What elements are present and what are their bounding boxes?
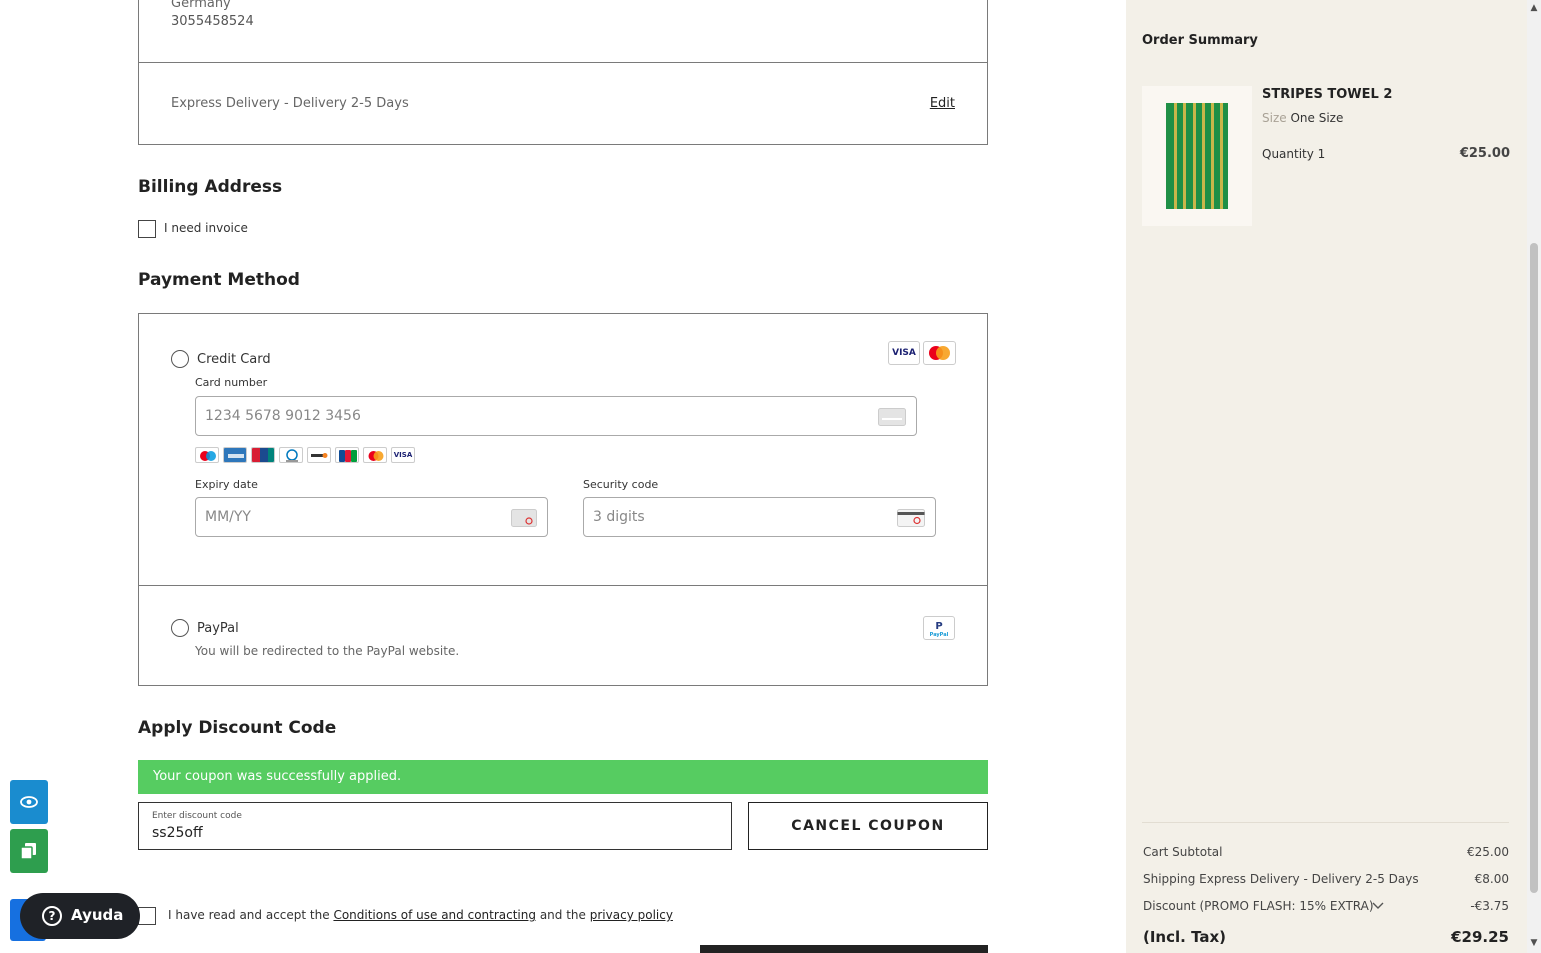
place-order-button[interactable] [700,945,988,953]
divider [139,585,987,586]
paypal-label: PayPal [197,621,239,636]
paypal-logo-icon: P PayPal [923,616,955,640]
scroll-down-icon[interactable]: ▼ [1529,938,1539,948]
question-icon: ? [42,906,62,926]
documents-icon [21,843,36,859]
help-label: Ayuda [71,906,124,924]
product-name: STRIPES TOWEL 2 [1262,87,1393,102]
product-image [1142,86,1252,226]
cvc-card-icon [897,509,925,527]
discount-code-input[interactable]: Enter discount code ss25off [138,802,732,850]
page-scrollbar[interactable]: ▲ ▼ [1527,0,1541,953]
terms-text: I have read and accept the Conditions of… [168,908,673,922]
discount-heading: Apply Discount Code [138,718,337,738]
expiry-input[interactable]: MM/YY [195,497,548,537]
coupon-success-message: Your coupon was successfully applied. [138,760,988,794]
expiry-label: Expiry date [195,478,258,491]
accessibility-eye-button[interactable] [10,780,48,824]
payment-methods-box: Credit Card VISA Card number 1234 5678 9… [138,313,988,686]
unionpay-logo-icon [251,447,275,463]
discount-value: -€3.75 [1470,899,1509,913]
payment-heading: Payment Method [138,270,300,290]
conditions-link[interactable]: Conditions of use and contracting [333,908,536,922]
card-number-input[interactable]: 1234 5678 9012 3456 [195,396,917,436]
shipping-row: Shipping Express Delivery - Delivery 2-5… [1143,872,1509,886]
terms-middle: and the [539,908,586,922]
terms-prefix: I have read and accept the [168,908,330,922]
total-value: €29.25 [1451,928,1509,946]
total-label: (Incl. Tax) [1143,928,1227,946]
help-button[interactable]: ? Ayuda [20,893,140,939]
total-row: (Incl. Tax) €29.25 [1143,928,1509,946]
jcb-logo-icon [335,447,359,463]
card-number-label: Card number [195,376,268,389]
address-phone: 3055458524 [171,14,254,29]
invoice-checkbox[interactable] [138,220,156,238]
product-price: €25.00 [1459,146,1510,161]
edit-delivery-link[interactable]: Edit [930,96,955,111]
security-code-input[interactable]: 3 digits [583,497,936,537]
paypal-radio[interactable] [171,619,189,637]
order-summary-title: Order Summary [1142,33,1258,48]
size-value: One Size [1290,111,1344,125]
subtotal-row: Cart Subtotal €25.00 [1143,845,1509,859]
paypal-redirect-note: You will be redirected to the PayPal web… [195,644,460,658]
privacy-policy-link[interactable]: privacy policy [590,908,673,922]
maestro-logo-icon [195,447,219,463]
svg-text:P: P [935,621,942,632]
chevron-down-icon[interactable] [1372,902,1384,910]
mastercard-small-logo-icon [363,447,387,463]
card-number-placeholder: 1234 5678 9012 3456 [205,408,361,424]
terms-checkbox[interactable] [138,907,156,925]
eye-icon [20,796,38,808]
discover-logo-icon [307,447,331,463]
order-summary-panel: Order Summary STRIPES TOWEL 2 Size One S… [1126,0,1527,953]
checkout-main: Germany 3055458524 Express Delivery - De… [0,0,1126,953]
discount-row[interactable]: Discount (PROMO FLASH: 15% EXTRA) -€3.75 [1143,899,1509,913]
address-country: Germany [171,0,231,11]
shipping-summary-box: Germany 3055458524 Express Delivery - De… [138,0,988,145]
product-size: Size One Size [1262,111,1343,125]
visa-small-logo-icon: VISA [391,447,415,463]
card-generic-icon [878,408,906,426]
security-code-placeholder: 3 digits [593,509,645,525]
discount-code-value: ss25off [152,825,203,841]
striped-towel-image [1166,103,1228,209]
subtotal-value: €25.00 [1467,845,1509,859]
billing-heading: Billing Address [138,177,283,197]
discount-label: Discount (PROMO FLASH: 15% EXTRA) [1143,899,1374,913]
svg-text:PayPal: PayPal [930,632,949,638]
delivery-method: Express Delivery - Delivery 2-5 Days [171,96,409,111]
scrollbar-thumb[interactable] [1530,243,1538,893]
cancel-coupon-button[interactable]: CANCEL COUPON [748,802,988,850]
credit-card-radio[interactable] [171,350,189,368]
credit-card-label: Credit Card [197,352,271,367]
invoice-label: I need invoice [164,221,248,235]
product-quantity: Quantity 1 [1262,147,1326,161]
shipping-label: Shipping Express Delivery - Delivery 2-5… [1143,872,1419,886]
diners-logo-icon [279,447,303,463]
expiry-placeholder: MM/YY [205,509,251,525]
discount-code-label: Enter discount code [152,811,242,821]
divider [1142,822,1509,823]
copy-widget-button[interactable] [10,829,48,873]
shipping-value: €8.00 [1474,872,1509,886]
amex-logo-icon [223,447,247,463]
subtotal-label: Cart Subtotal [1143,845,1223,859]
scroll-up-icon[interactable]: ▲ [1529,3,1539,13]
size-label: Size [1262,111,1287,125]
visa-logo-icon: VISA [888,341,920,365]
security-code-label: Security code [583,478,659,491]
mastercard-logo-icon [923,341,956,365]
expiry-card-icon [511,509,537,527]
divider [139,62,987,63]
